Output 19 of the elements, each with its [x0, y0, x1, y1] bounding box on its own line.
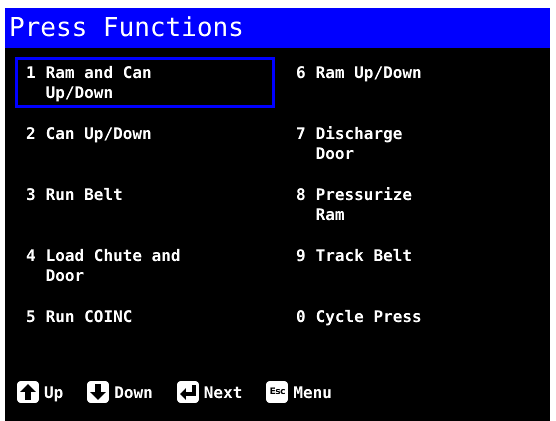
- function-item[interactable]: 4 Load Chute and Door: [15, 240, 275, 291]
- function-item[interactable]: 8 Pressurize Ram: [285, 179, 545, 230]
- esc-key-icon: Esc: [266, 381, 288, 403]
- key-label: Down: [114, 382, 153, 402]
- function-item[interactable]: 7 Discharge Door: [285, 118, 545, 169]
- up-arrow-key-icon: [17, 381, 39, 403]
- screen-title: Press Functions: [5, 8, 550, 48]
- enter-key-icon: [176, 381, 199, 403]
- function-item[interactable]: 5 Run COINC: [15, 301, 275, 332]
- key-label: Next: [204, 382, 242, 402]
- function-item[interactable]: 9 Track Belt: [285, 240, 545, 271]
- down-arrow-key-icon: [87, 381, 110, 403]
- function-item[interactable]: 2 Can Up/Down: [15, 118, 275, 149]
- function-item[interactable]: 1 Ram and Can Up/Down: [15, 57, 275, 108]
- function-item[interactable]: 0 Cycle Press: [285, 301, 545, 332]
- function-item[interactable]: 3 Run Belt: [15, 179, 275, 210]
- key-label: Menu: [293, 382, 332, 402]
- key-label: Up: [44, 382, 64, 402]
- function-item[interactable]: 6 Ram Up/Down: [285, 57, 545, 88]
